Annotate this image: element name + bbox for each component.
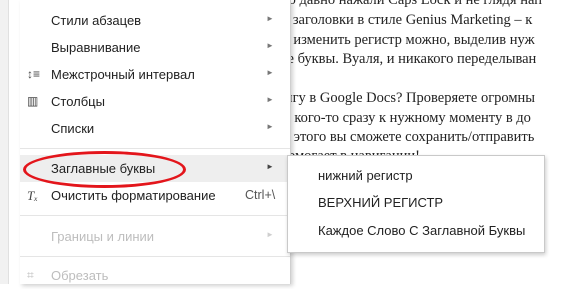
doc-line: ить кого-то сразу к нужному моменту в до (270, 110, 531, 126)
menu-item-lists[interactable]: Списки ► (20, 115, 290, 142)
menu-item-label: Списки (51, 121, 95, 136)
menu-item-columns[interactable]: ▥ Столбцы ► (20, 88, 290, 115)
menu-item-label: Обрезать (51, 268, 109, 283)
line-spacing-icon: ↕≡ (27, 67, 41, 81)
menu-item-label: Очистить форматирование (51, 188, 216, 203)
capitalization-submenu: нижний регистр ВЕРХНИЙ РЕГИСТР Каждое Сл… (287, 155, 545, 253)
menu-item-label: Межстрочный интервал (51, 67, 195, 82)
menu-separator (20, 148, 290, 149)
menu-item-label: Выравнивание (51, 40, 141, 55)
menu-item-label: Границы и линии (51, 229, 155, 244)
submenu-arrow-icon: ► (266, 162, 274, 171)
submenu-item-label: ВЕРХНИЙ РЕГИСТР (318, 195, 444, 210)
submenu-arrow-icon: ► (266, 230, 274, 239)
menu-separator (20, 215, 290, 216)
menu-item-label: Столбцы (51, 94, 105, 109)
menu-item-shortcut: Ctrl+\ (245, 188, 276, 202)
menu-item-borders-lines[interactable]: Границы и линии ► (20, 223, 290, 250)
doc-line: аев изменить регистр можно, выделив нуж (270, 32, 535, 48)
submenu-item-label: нижний регистр (318, 168, 413, 183)
menu-separator (20, 256, 290, 257)
submenu-item-lowercase[interactable]: нижний регистр (288, 162, 544, 190)
submenu-item-uppercase[interactable]: ВЕРХНИЙ РЕГИСТР (288, 189, 544, 217)
submenu-arrow-icon: ► (266, 68, 274, 77)
doc-line: ете заголовки в стиле Genius Marketing –… (270, 12, 533, 28)
page-gutter (0, 0, 9, 284)
submenu-arrow-icon: ► (266, 41, 274, 50)
clear-formatting-icon: Tₓ (27, 188, 38, 203)
submenu-item-title-case[interactable]: Каждое Слово С Заглавной Буквы (288, 217, 544, 245)
submenu-arrow-icon: ► (266, 14, 274, 23)
submenu-arrow-icon: ► (266, 95, 274, 104)
annotation-highlight-ellipse (23, 151, 186, 188)
menu-item-crop[interactable]: ⌗ Обрезать (20, 262, 290, 289)
doc-line: сле этого вы сможете сохранить/отправить (270, 129, 535, 145)
format-menu: Стили абзацев ► Выравнивание ► ↕≡ Межстр… (20, 0, 291, 284)
doc-line: ные буквы. Вуаля, и никакого переделыван (270, 51, 537, 67)
columns-icon: ▥ (27, 94, 39, 108)
menu-item-alignment[interactable]: Выравнивание ► (20, 34, 290, 61)
crop-icon: ⌗ (27, 268, 34, 282)
doc-line: книгу в Google Docs? Проверяете огромны (270, 90, 536, 106)
doc-line: ную давно нажали Caps Lock и не глядя на… (270, 0, 542, 8)
submenu-arrow-icon: ► (266, 122, 274, 131)
submenu-item-label: Каждое Слово С Заглавной Буквы (318, 223, 526, 238)
menu-item-paragraph-styles[interactable]: Стили абзацев ► (20, 7, 290, 34)
menu-item-clear-formatting[interactable]: Tₓ Очистить форматирование Ctrl+\ (20, 182, 290, 209)
menu-item-line-spacing[interactable]: ↕≡ Межстрочный интервал ► (20, 61, 290, 88)
menu-item-label: Стили абзацев (51, 13, 142, 28)
